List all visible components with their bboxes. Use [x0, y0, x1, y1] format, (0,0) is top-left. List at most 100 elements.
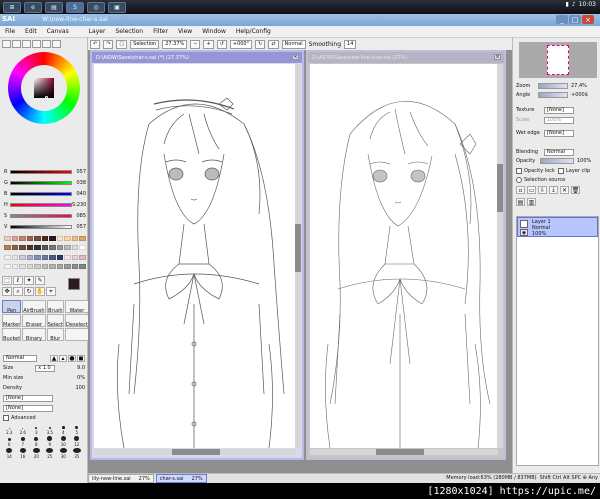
horizontal-scroll-thumb-2[interactable] — [376, 449, 424, 455]
swatch[interactable] — [34, 245, 41, 251]
swatch[interactable] — [11, 254, 19, 260]
tab-char-s[interactable]: char-s.sai 27% — [155, 474, 207, 483]
start-button[interactable]: ⊞ — [3, 1, 21, 13]
navigator-preview[interactable] — [519, 42, 597, 78]
slider-track[interactable] — [10, 181, 72, 185]
swatch[interactable] — [26, 263, 34, 269]
brush-size-preset[interactable]: 16 — [17, 448, 30, 459]
volume-icon[interactable]: ♪ — [572, 1, 576, 8]
stabilizer-mode-select[interactable]: Normal — [281, 39, 306, 49]
swatch[interactable] — [34, 254, 41, 260]
tab-lily-new-line[interactable]: lily-new-line.sai 27% — [88, 474, 154, 483]
brush-size-preset[interactable]: 3 — [30, 424, 43, 435]
slider-track[interactable] — [10, 225, 72, 229]
brush-size-preset[interactable]: 30 — [57, 448, 70, 459]
document-title[interactable]: D:\AIDW\Save\char-s.sai (*) (27.37%) — [92, 52, 302, 63]
brush-size-preset[interactable]: 5 — [71, 424, 84, 435]
swatch[interactable] — [64, 245, 71, 251]
zoom-in-button[interactable]: + — [203, 39, 214, 49]
swatch[interactable] — [49, 263, 56, 269]
swatch[interactable] — [26, 254, 34, 260]
brush-tool[interactable]: Marker — [2, 314, 22, 328]
zoom-out-button[interactable]: − — [190, 39, 201, 49]
menu-help-config[interactable]: Help/Config — [231, 28, 276, 35]
current-color-chip[interactable] — [68, 278, 80, 290]
layer-clip-checkbox[interactable] — [558, 168, 564, 174]
swatch[interactable] — [11, 236, 19, 241]
color-wheel[interactable] — [8, 52, 80, 124]
move-icon[interactable]: ✥ — [2, 287, 12, 296]
slider-track[interactable] — [10, 170, 72, 174]
brush-tool[interactable]: Brush — [46, 300, 65, 314]
color-picker-cursor[interactable] — [45, 96, 48, 99]
swatch[interactable] — [19, 236, 26, 241]
brush-size-preset[interactable]: 7 — [17, 436, 30, 447]
brush-size-preset[interactable]: 20 — [30, 448, 43, 459]
document-close-button-2[interactable]: × — [494, 54, 501, 60]
menu-file[interactable]: File — [0, 28, 20, 35]
swatch[interactable] — [49, 245, 56, 251]
hsv-slider-toggle[interactable] — [22, 40, 31, 48]
slider-track[interactable] — [10, 214, 72, 218]
brush-size-preset[interactable]: 8 — [30, 436, 43, 447]
menu-edit[interactable]: Edit — [20, 28, 42, 35]
swatch[interactable] — [4, 236, 11, 241]
swatch[interactable] — [34, 263, 41, 269]
minimize-button[interactable]: _ — [556, 15, 568, 24]
brush-size-preset[interactable]: 10 — [57, 436, 70, 447]
document-close-button[interactable]: × — [292, 54, 299, 60]
swatch[interactable] — [4, 254, 11, 260]
brush-tool[interactable]: Eraser — [22, 314, 46, 328]
swatch[interactable] — [64, 263, 71, 269]
document-horizontal-scrollbar-2[interactable] — [310, 449, 498, 455]
brush-size-preset[interactable]: 25 — [44, 448, 57, 459]
drawing-canvas[interactable] — [94, 64, 296, 448]
brush-tool[interactable]: AirBrush — [22, 300, 46, 314]
slider-value[interactable]: S:230 — [72, 202, 86, 208]
menu-view[interactable]: View — [173, 28, 197, 35]
swatch-toggle[interactable] — [42, 40, 51, 48]
rotate-right-button[interactable]: ↻ — [255, 39, 266, 49]
brush-tool[interactable]: Blur — [46, 328, 65, 342]
brush-tool[interactable]: Water — [65, 300, 89, 314]
mixer-toggle[interactable] — [32, 40, 41, 48]
brush-size-preset[interactable]: 12 — [71, 436, 84, 447]
saturation-value-square[interactable] — [34, 78, 54, 98]
clear-layer-icon[interactable]: ✕ — [560, 186, 569, 194]
slider-track[interactable] — [10, 203, 72, 207]
slider-value[interactable]: 057 — [72, 169, 86, 175]
swatch[interactable] — [49, 236, 56, 241]
undo-button[interactable]: ↶ — [90, 39, 101, 49]
blending-select[interactable]: Normal — [544, 148, 574, 156]
brush-texture-select-2[interactable]: [None] — [3, 404, 53, 412]
blend-mode-select[interactable]: Normal — [3, 354, 37, 362]
swatch[interactable] — [4, 245, 11, 251]
selection-source-checkbox[interactable] — [516, 177, 522, 183]
density-value[interactable]: 100 — [75, 385, 85, 391]
swatch[interactable] — [79, 254, 86, 260]
magic-wand-icon[interactable]: ✦ — [24, 276, 34, 285]
scratchpad-toggle[interactable] — [52, 40, 61, 48]
menu-canvas[interactable]: Canvas — [42, 28, 74, 35]
brush-size-preset[interactable]: 35 — [71, 448, 84, 459]
brush-size-preset[interactable]: 6 — [3, 436, 16, 447]
scale-field[interactable]: 100% — [544, 116, 574, 124]
brush-shape-3-icon[interactable]: ● — [68, 354, 76, 362]
swatch[interactable] — [64, 254, 71, 260]
texture-select[interactable]: [None] — [544, 106, 574, 114]
new-layer-icon[interactable]: ▫ — [516, 186, 525, 194]
brush-size-preset[interactable]: 2.3 — [3, 424, 16, 435]
taskbar-app-button[interactable]: ◎ — [87, 1, 105, 13]
brush-tool[interactable]: Binary — [22, 328, 46, 342]
min-size-value[interactable]: 0% — [77, 375, 85, 381]
zoom-slider[interactable] — [538, 83, 568, 89]
swatch[interactable] — [71, 263, 79, 269]
linked-layer-icon[interactable]: ▤ — [516, 198, 525, 206]
hand-icon[interactable]: ✋ — [35, 287, 45, 296]
brush-shape-2-icon[interactable]: ▴ — [59, 354, 67, 362]
document-vertical-scrollbar-2[interactable] — [497, 64, 503, 448]
brush-tool[interactable] — [65, 328, 89, 341]
brush-tool[interactable]: Deselect — [65, 314, 89, 328]
rgb-slider-toggle[interactable] — [12, 40, 21, 48]
menu-filter[interactable]: Filter — [148, 28, 173, 35]
